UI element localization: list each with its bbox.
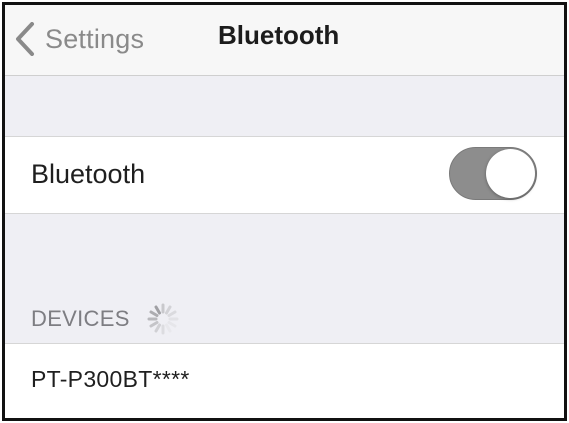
- bluetooth-toggle[interactable]: [449, 147, 537, 200]
- devices-header-label: DEVICES: [31, 306, 130, 331]
- section-spacer: [5, 76, 564, 137]
- chevron-left-icon: [15, 22, 35, 56]
- navigation-bar: Settings Bluetooth: [5, 5, 564, 76]
- loading-spinner-icon: [130, 302, 180, 336]
- settings-screen: Settings Bluetooth Bluetooth DEVICES PT-…: [2, 2, 567, 421]
- device-list-item[interactable]: PT-P300BT****: [5, 343, 564, 418]
- toggle-knob: [486, 149, 535, 198]
- devices-section-header: DEVICES: [31, 302, 180, 336]
- device-name-label: PT-P300BT****: [31, 366, 190, 392]
- bluetooth-row-label: Bluetooth: [31, 159, 146, 189]
- page-title: Bluetooth: [218, 20, 340, 50]
- back-button-label: Settings: [45, 23, 145, 54]
- back-button[interactable]: Settings: [15, 19, 144, 59]
- bluetooth-setting-row: Bluetooth: [5, 137, 564, 214]
